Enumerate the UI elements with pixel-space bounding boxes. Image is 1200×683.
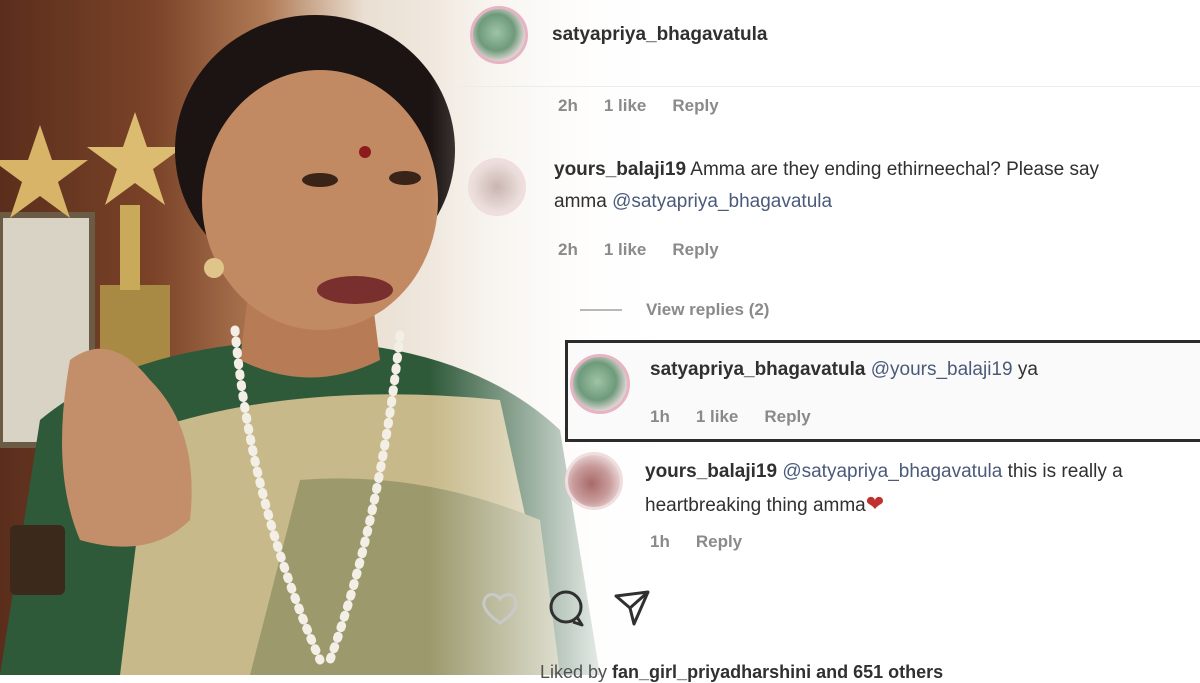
post-header: satyapriya_bhagavatula — [470, 6, 767, 64]
likes-prefix: Liked by — [540, 662, 613, 682]
reply-username[interactable]: yours_balaji19 — [645, 461, 777, 482]
mention-link[interactable]: @satyapriya_bhagavatula — [782, 461, 1002, 482]
comment-line2: amma @satyapriya_bhagavatula — [554, 186, 1099, 218]
comment-line1: yours_balaji19 Amma are they ending ethi… — [554, 154, 1099, 186]
likes-user[interactable]: fan_girl_priyadharshini — [612, 662, 811, 682]
heart-emoji: ❤ — [865, 491, 885, 516]
header-avatar[interactable] — [470, 6, 528, 64]
comment: yours_balaji19 Amma are they ending ethi… — [468, 158, 1099, 218]
post-actions — [480, 588, 652, 633]
reply-line1: yours_balaji19 @satyapriya_bhagavatula t… — [645, 456, 1123, 488]
reply-avatar[interactable] — [565, 452, 623, 510]
view-replies-label: View replies (2) — [646, 300, 770, 319]
comments-panel: satyapriya_bhagavatula 2h 1 like Reply y… — [440, 0, 1200, 682]
reply-time: 1h — [650, 532, 670, 551]
reply-line: satyapriya_bhagavatula @yours_balaji19 y… — [650, 354, 1038, 386]
reply-line2: heartbreaking thing amma❤ — [645, 488, 1123, 522]
view-replies-button[interactable]: View replies (2) — [580, 300, 769, 320]
header-divider — [440, 86, 1200, 87]
comment-time: 2h — [558, 240, 578, 259]
reply: satyapriya_bhagavatula @yours_balaji19 y… — [570, 354, 1038, 414]
reply-button[interactable]: Reply — [672, 96, 718, 116]
reply-text: ya — [1012, 359, 1038, 380]
comment-meta: 2h 1 like Reply — [558, 240, 719, 260]
reply-username[interactable]: satyapriya_bhagavatula — [650, 359, 865, 380]
comment-text-2: amma — [554, 191, 613, 212]
reply-time: 1h — [650, 407, 670, 426]
mention-link[interactable]: @yours_balaji19 — [871, 359, 1013, 380]
comment-body: yours_balaji19 Amma are they ending ethi… — [554, 154, 1099, 218]
reply-meta: 1h Reply — [650, 532, 742, 552]
reply-body: satyapriya_bhagavatula @yours_balaji19 y… — [650, 354, 1038, 386]
reply: yours_balaji19 @satyapriya_bhagavatula t… — [565, 452, 1123, 522]
comment-likes[interactable]: 1 like — [604, 96, 647, 116]
reply-likes[interactable]: 1 like — [696, 407, 739, 427]
reply-text: this is really a — [1002, 461, 1123, 482]
reply-text-2: heartbreaking thing amma — [645, 495, 866, 516]
header-username[interactable]: satyapriya_bhagavatula — [552, 24, 767, 46]
heart-icon[interactable] — [480, 590, 520, 631]
reply-body: yours_balaji19 @satyapriya_bhagavatula t… — [645, 456, 1123, 522]
comment-username[interactable]: yours_balaji19 — [554, 159, 686, 180]
reply-avatar[interactable] — [570, 354, 630, 414]
comment-text: Amma are they ending ethirneechal? Pleas… — [690, 159, 1100, 180]
reply-button[interactable]: Reply — [764, 407, 810, 427]
likes-summary[interactable]: Liked by fan_girl_priyadharshini and 651… — [540, 662, 943, 683]
reply-button[interactable]: Reply — [696, 532, 742, 552]
comment-time: 2h — [558, 96, 578, 115]
comment-avatar[interactable] — [468, 158, 526, 216]
comment-icon[interactable] — [546, 588, 586, 633]
view-replies-line — [580, 309, 622, 311]
comment-meta: 2h 1 like Reply — [558, 96, 719, 116]
mention-link[interactable]: @satyapriya_bhagavatula — [612, 191, 832, 212]
comment-likes[interactable]: 1 like — [604, 240, 647, 260]
reply-button[interactable]: Reply — [672, 240, 718, 260]
share-icon[interactable] — [612, 588, 652, 633]
likes-suffix: and 651 others — [811, 662, 944, 682]
reply-meta: 1h 1 like Reply — [650, 407, 811, 427]
